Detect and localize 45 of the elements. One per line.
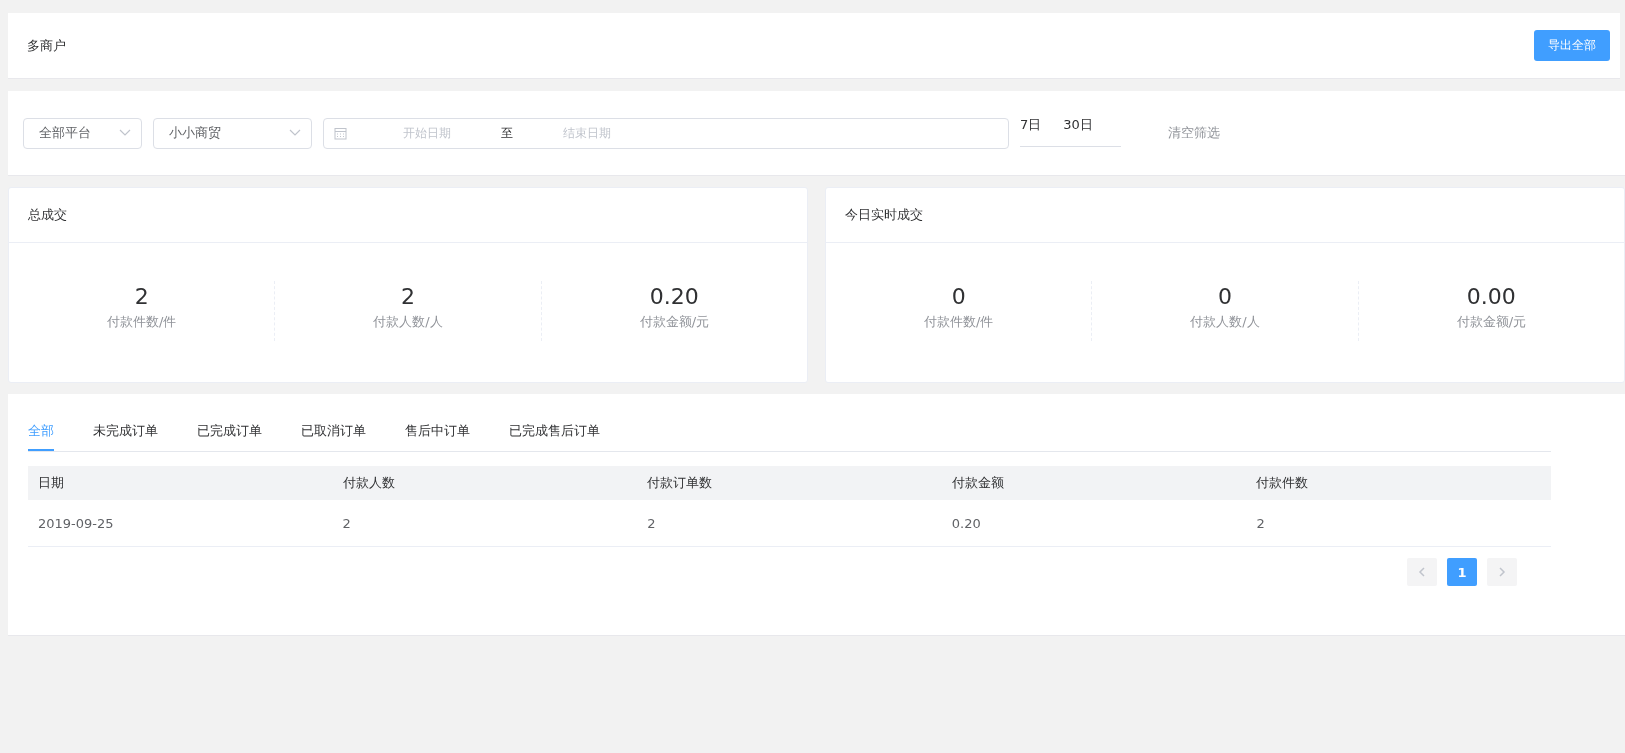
page-title: 多商户: [27, 36, 66, 55]
order-tab[interactable]: 已完成订单: [197, 414, 262, 451]
calendar-icon: [334, 126, 347, 140]
dropdown-select[interactable]: 小小商贸: [153, 117, 312, 149]
metric-value: 2: [134, 283, 149, 311]
next-page-button[interactable]: [1487, 558, 1517, 586]
dropdown-select[interactable]: 全部平台: [23, 117, 142, 149]
order-tab[interactable]: 已完成售后订单: [509, 414, 600, 451]
metric-value: 2: [401, 283, 415, 311]
metric-label: 付款金额/元: [639, 313, 709, 331]
previous-page-button[interactable]: [1407, 558, 1437, 586]
stat-title: 今日实时成交: [826, 188, 1624, 243]
quick-range-button[interactable]: 30日: [1063, 115, 1093, 134]
stat-title: 总成交: [9, 188, 807, 243]
metric-label: 付款件数/件: [923, 313, 994, 331]
quick-range-button[interactable]: 7日: [1020, 115, 1042, 134]
chevron-down-icon: [119, 129, 131, 137]
table-cell: 2: [637, 500, 942, 547]
column-header: 付款订单数: [637, 466, 942, 500]
order-tab[interactable]: 已取消订单: [301, 414, 366, 451]
table-cell: 2019-09-25: [28, 500, 333, 547]
table-cell: 0.20: [941, 500, 1247, 547]
chevron-left-icon: [1418, 567, 1426, 577]
metric-label: 付款人数/人: [1190, 313, 1260, 331]
metric-value: 0: [1218, 283, 1232, 311]
metric-value: 0: [951, 283, 966, 311]
range-separator: 至: [500, 124, 514, 142]
order-tab[interactable]: 售后中订单: [405, 414, 470, 451]
metric-label: 付款人数/人: [373, 313, 443, 331]
metric-value: 0.20: [649, 283, 699, 311]
table-cell: 2: [332, 500, 638, 547]
column-header: 付款件数: [1246, 466, 1551, 500]
metric-label: 付款金额/元: [1456, 313, 1526, 331]
column-header: 付款人数: [332, 466, 638, 500]
table-cell: 2: [1246, 500, 1551, 547]
metric-value: 0.00: [1466, 283, 1516, 311]
column-header: 付款金额: [941, 466, 1247, 500]
end-date-placeholder: 结束日期: [562, 124, 612, 142]
chevron-right-icon: [1498, 567, 1506, 577]
date-range-field[interactable]: 开始日期 至 结束日期: [323, 117, 1009, 149]
order-tab[interactable]: 未完成订单: [93, 414, 158, 451]
chevron-down-icon: [289, 129, 301, 137]
start-date-placeholder: 开始日期: [402, 124, 452, 142]
metric-label: 付款件数/件: [106, 313, 177, 331]
column-header: 日期: [28, 466, 333, 500]
